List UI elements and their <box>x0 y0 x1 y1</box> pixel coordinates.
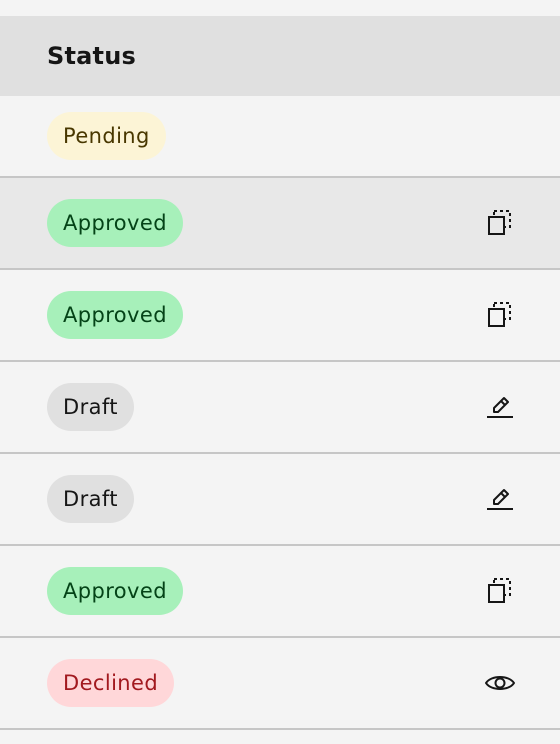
status-tag: Approved <box>47 291 183 339</box>
status-column-header: Status <box>47 42 136 70</box>
status-tag: Draft <box>47 383 134 431</box>
table-row: Pending <box>0 96 560 178</box>
view-icon[interactable] <box>480 663 520 703</box>
status-table: Status Pending Approved Approved Draft D… <box>0 0 560 744</box>
table-header: Status <box>0 16 560 96</box>
table-row: Approved <box>0 546 560 638</box>
status-tag: Approved <box>47 199 183 247</box>
top-spacer <box>0 0 560 16</box>
table-row: Approved <box>0 178 560 270</box>
status-tag: Approved <box>47 567 183 615</box>
edit-icon[interactable] <box>480 387 520 427</box>
copy-icon[interactable] <box>480 295 520 335</box>
table-row: Declined <box>0 638 560 730</box>
status-tag: Pending <box>47 112 166 160</box>
status-tag: Draft <box>47 475 134 523</box>
table-row: Approved <box>0 270 560 362</box>
status-tag: Declined <box>47 659 175 707</box>
edit-icon[interactable] <box>480 479 520 519</box>
copy-icon[interactable] <box>480 203 520 243</box>
table-row: Draft <box>0 454 560 546</box>
table-row: Draft <box>0 362 560 454</box>
copy-icon[interactable] <box>480 571 520 611</box>
